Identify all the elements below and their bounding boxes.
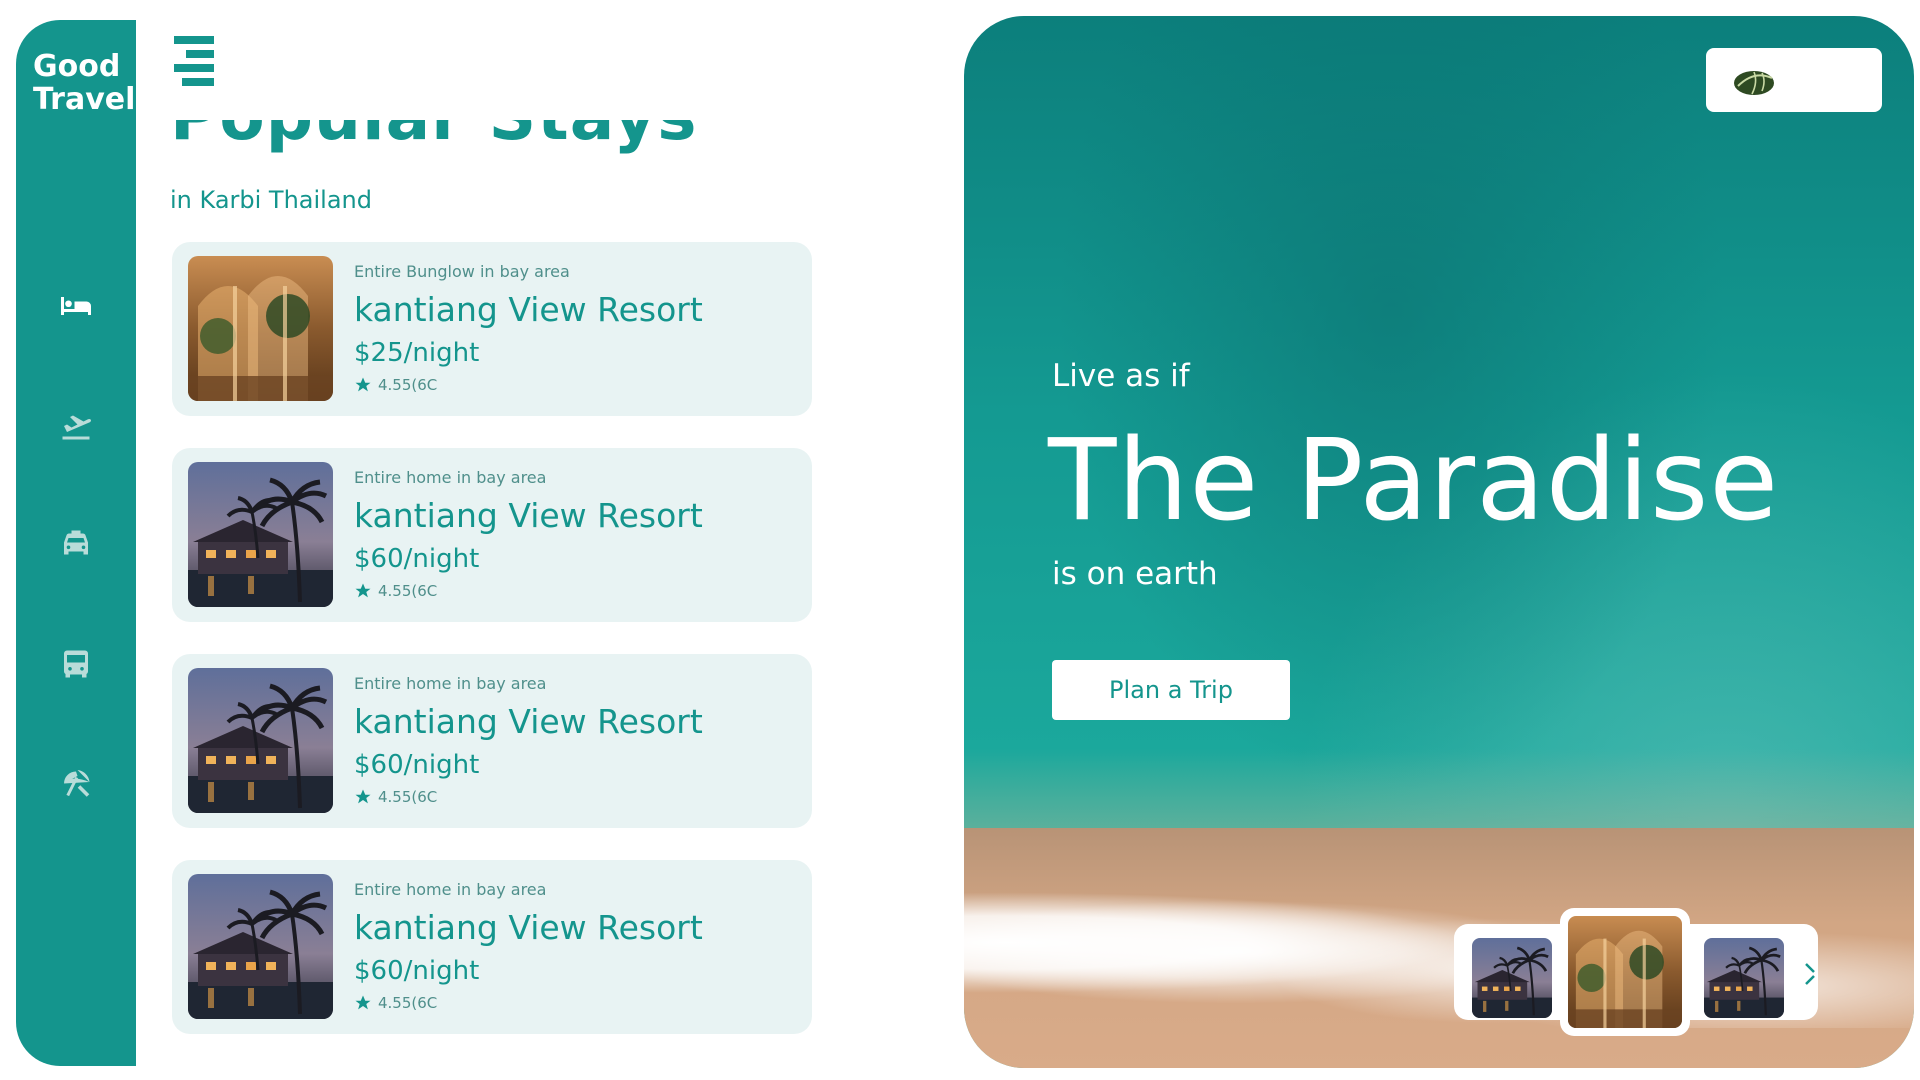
flight-icon [62,415,91,440]
stay-price: $60/night [354,956,480,986]
taxi-icon [64,530,88,555]
nav-item-beach[interactable] [56,762,96,802]
carousel-thumbnail[interactable] [1472,938,1552,1018]
hero-line-3: is on earth [1052,556,1218,592]
hero-line-1: Live as if [1052,358,1190,394]
stay-thumbnail [188,668,333,813]
stay-rating-value: 4.55(6C [378,994,438,1012]
stay-rating: 4.55(6C [354,582,437,600]
nav-item-flights[interactable] [56,406,96,446]
hamburger-menu-icon[interactable] [170,34,222,86]
stay-thumbnail [188,462,333,607]
nav-item-bus[interactable] [56,644,96,684]
stay-kind: Entire Bunglow in bay area [354,262,570,281]
nav-item-taxi[interactable] [56,524,96,564]
brand-logo[interactable]: Good Travel [33,50,135,116]
stay-name: kantiang View Resort [354,290,703,329]
stay-rating-value: 4.55(6C [378,582,438,600]
bed-icon [61,297,91,315]
section-subtitle: in Karbi Thailand [170,186,372,214]
stay-rating: 4.55(6C [354,788,437,806]
stay-name: kantiang View Resort [354,496,703,535]
star-icon [355,789,371,804]
brand-line-2: Travel [33,82,136,117]
stay-card[interactable]: Entire home in bay area kantiang View Re… [172,448,812,622]
star-icon [355,995,371,1010]
hero-banner: Live as if The Paradise is on earth Plan… [964,16,1914,1068]
stay-kind: Entire home in bay area [354,880,547,899]
stay-kind: Entire home in bay area [354,468,547,487]
carousel-thumbnail-active[interactable] [1568,916,1682,1028]
stay-rating: 4.55(6C [354,376,437,394]
stay-name: kantiang View Resort [354,702,703,741]
beach-umbrella-icon [64,770,90,797]
carousel-thumbnail[interactable] [1704,938,1784,1018]
stay-price: $25/night [354,338,480,368]
stay-card[interactable]: Entire home in bay area kantiang View Re… [172,860,812,1034]
nav-item-stays[interactable] [56,286,96,326]
stays-section: Popular Stays in Karbi Thailand Entire B… [160,120,840,1080]
stay-kind: Entire home in bay area [354,674,547,693]
bus-icon [64,650,88,678]
plan-trip-button[interactable]: Plan a Trip [1052,660,1290,720]
stay-card[interactable]: Entire home in bay area kantiang View Re… [172,654,812,828]
sidebar: Good Travel [16,20,136,1066]
stay-card[interactable]: Entire Bunglow in bay area kantiang View… [172,242,812,416]
stay-rating: 4.55(6C [354,994,437,1012]
stay-thumbnail [188,874,333,1019]
star-icon [355,377,371,392]
stay-name: kantiang View Resort [354,908,703,947]
leaf-avatar-icon [1734,71,1774,95]
stay-rating-value: 4.55(6C [378,376,438,394]
stay-price: $60/night [354,750,480,780]
chevron-right-icon[interactable] [1800,958,1820,990]
section-title: Popular Stays [170,120,698,155]
brand-line-1: Good [33,49,121,84]
profile-button[interactable] [1706,48,1882,112]
stay-price: $60/night [354,544,480,574]
stay-rating-value: 4.55(6C [378,788,438,806]
star-icon [355,583,371,598]
stay-thumbnail [188,256,333,401]
hero-headline: The Paradise [1048,416,1780,546]
